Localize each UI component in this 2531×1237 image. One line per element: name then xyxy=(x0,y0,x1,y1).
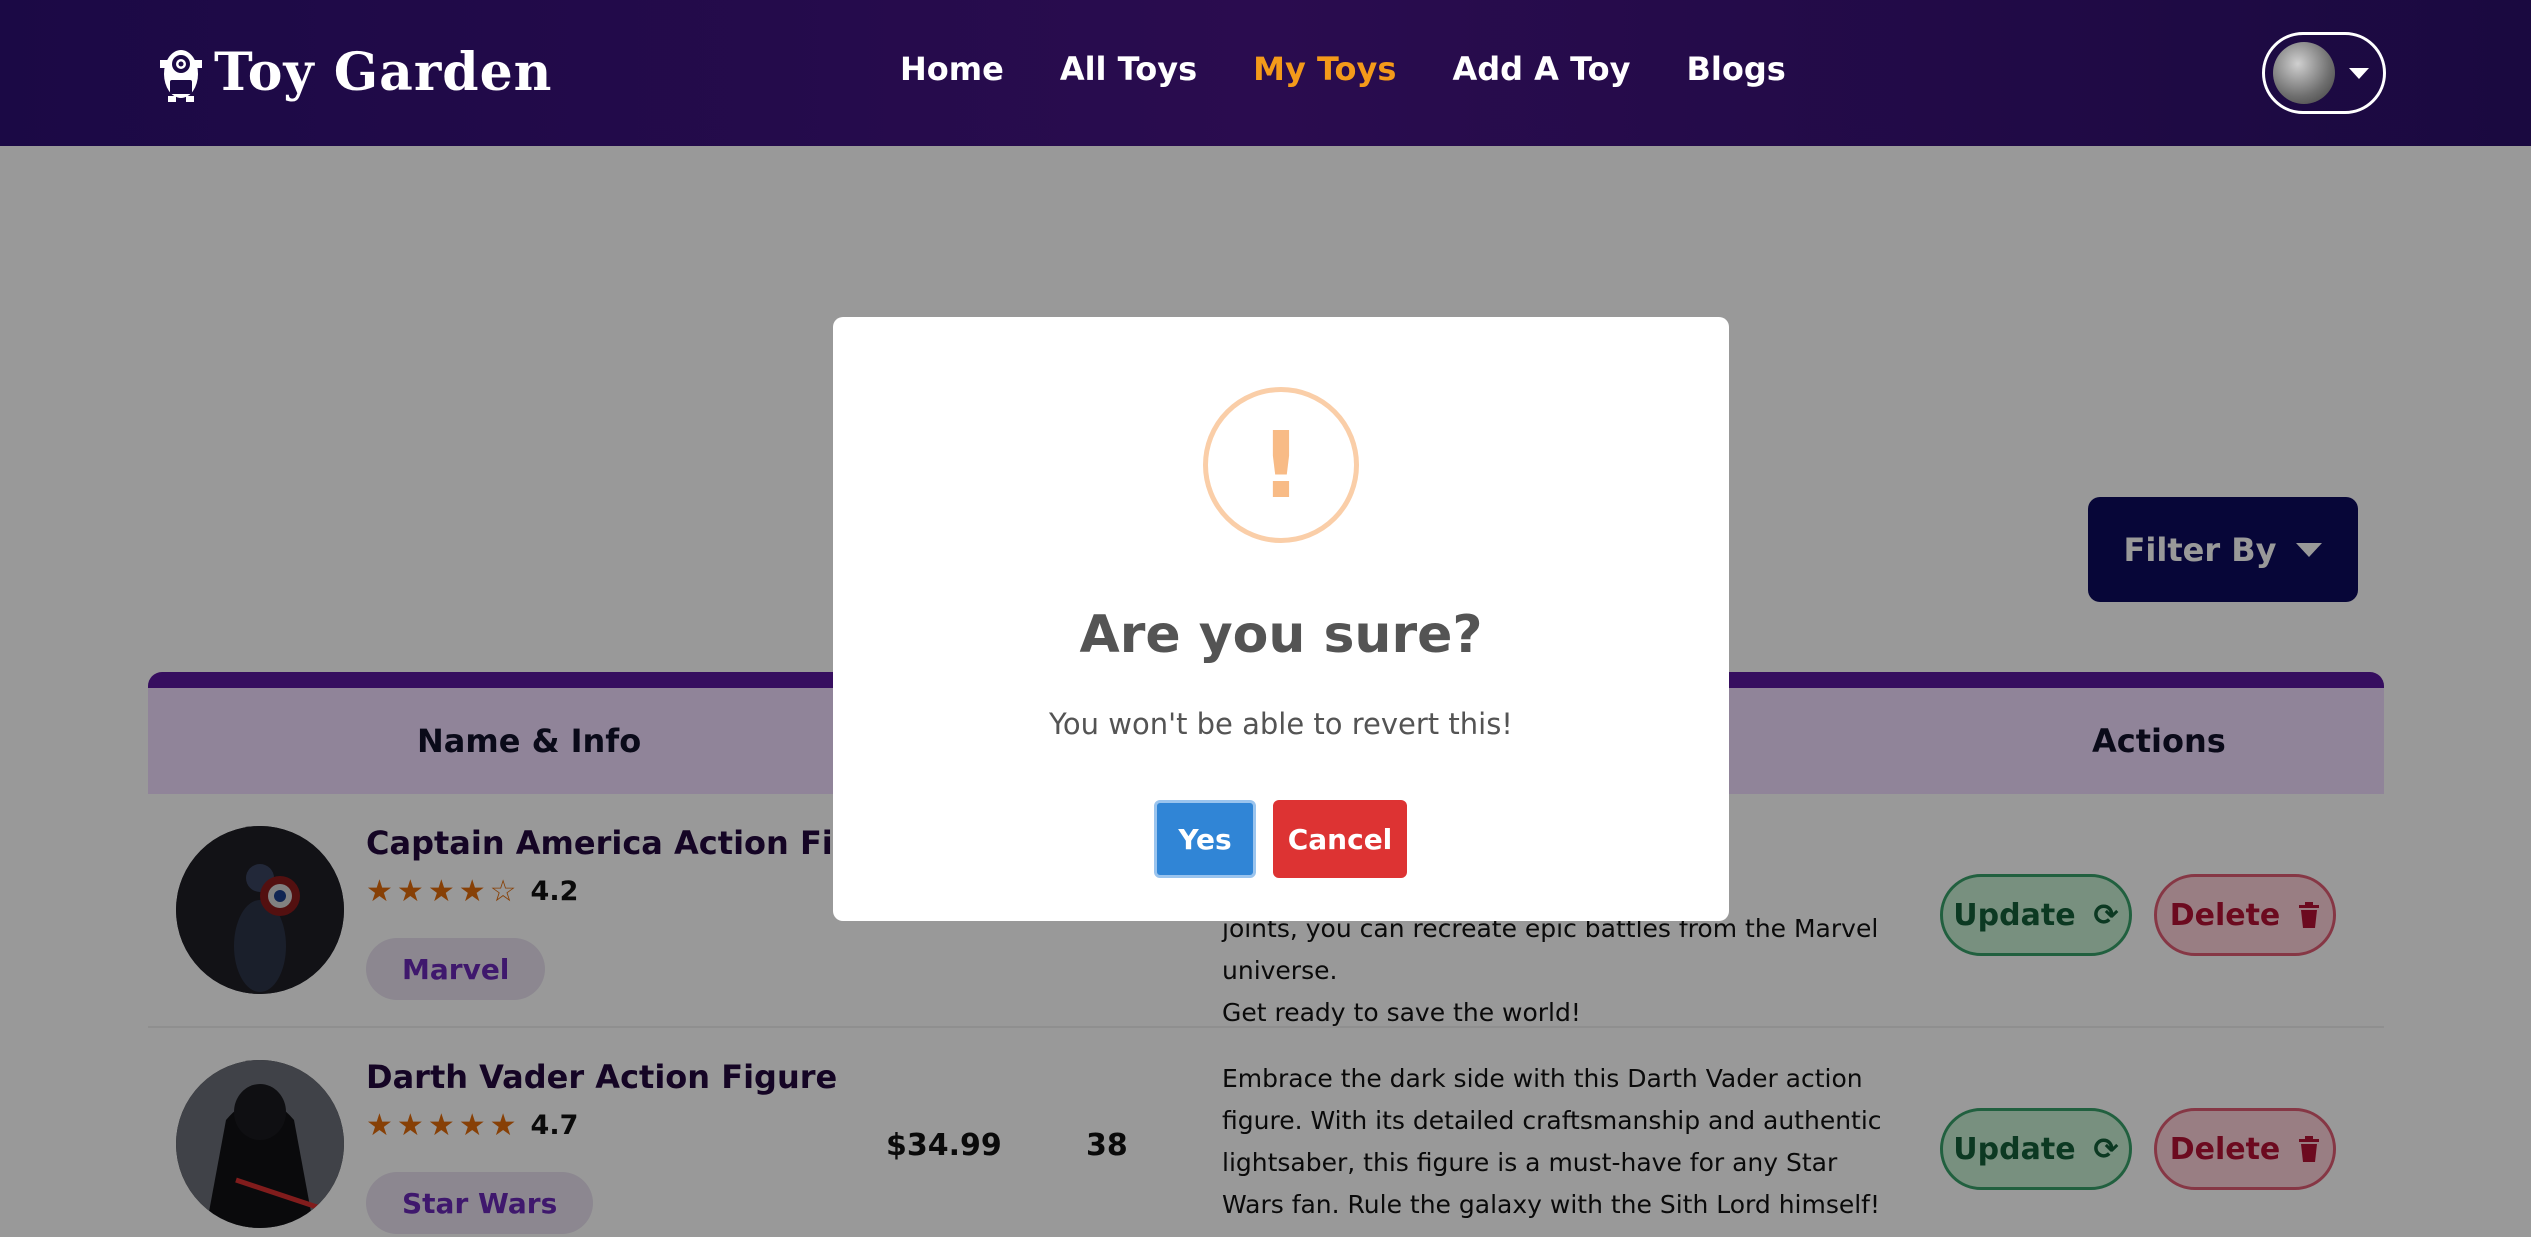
confirm-dialog: ! Are you sure? You won't be able to rev… xyxy=(833,317,1729,921)
nav-all-toys[interactable]: All Toys xyxy=(1060,50,1197,88)
minion-logo-icon xyxy=(160,50,202,102)
dialog-title: Are you sure? xyxy=(1079,605,1483,665)
nav-add-a-toy[interactable]: Add A Toy xyxy=(1452,50,1630,88)
navbar: Toy Garden Home All Toys My Toys Add A T… xyxy=(0,0,2531,146)
chevron-down-icon xyxy=(2349,67,2369,79)
brand-name: Toy Garden xyxy=(214,41,553,103)
warning-glyph: ! xyxy=(1260,411,1302,519)
avatar xyxy=(2273,42,2335,104)
nav-home[interactable]: Home xyxy=(900,50,1004,88)
brand-logo[interactable]: Toy Garden xyxy=(156,40,552,104)
warning-exclamation-icon: ! xyxy=(1203,387,1359,543)
nav-my-toys[interactable]: My Toys xyxy=(1253,50,1396,88)
main-nav: Home All Toys My Toys Add A Toy Blogs xyxy=(900,50,1786,88)
nav-blogs[interactable]: Blogs xyxy=(1686,50,1785,88)
dialog-text: You won't be able to revert this! xyxy=(1049,707,1513,741)
cancel-button[interactable]: Cancel xyxy=(1273,800,1407,878)
user-menu[interactable] xyxy=(2262,32,2386,114)
confirm-yes-button[interactable]: Yes xyxy=(1154,800,1256,878)
